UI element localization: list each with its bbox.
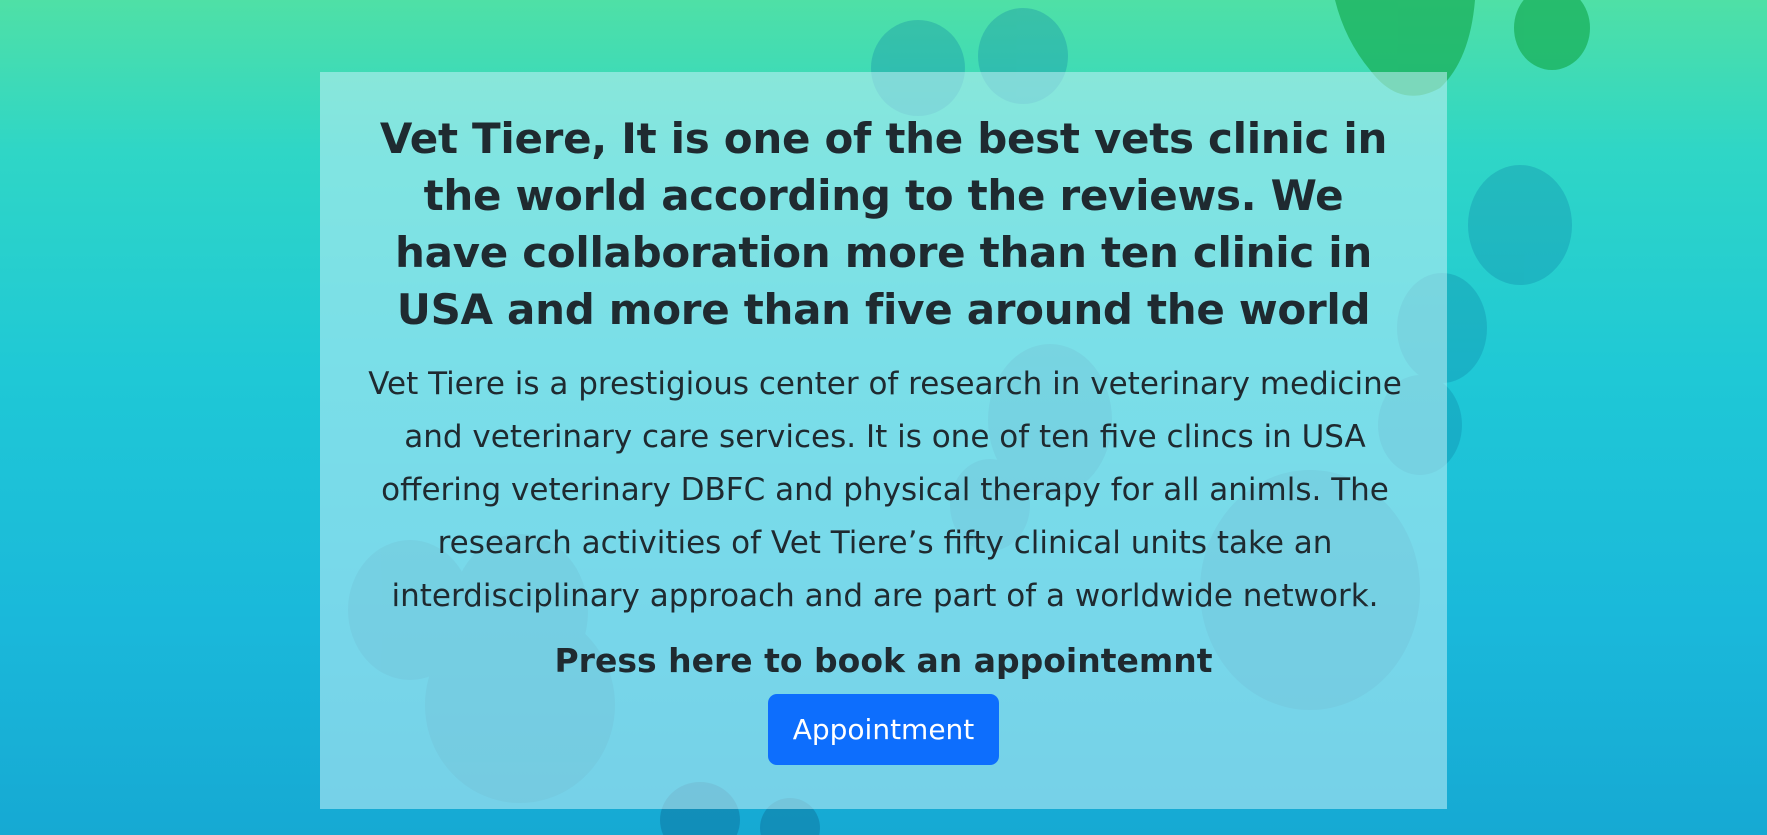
hero-description: Vet Tiere is a prestigious center of res… (368, 366, 1402, 614)
hero-card: Vet Tiere, It is one of the best vets cl… (320, 72, 1447, 809)
hero-heading: Vet Tiere, It is one of the best vets cl… (379, 114, 1388, 334)
appointment-button[interactable]: Appointment (767, 694, 1000, 765)
appointment-prompt: Press here to book an appointemnt (554, 641, 1213, 680)
